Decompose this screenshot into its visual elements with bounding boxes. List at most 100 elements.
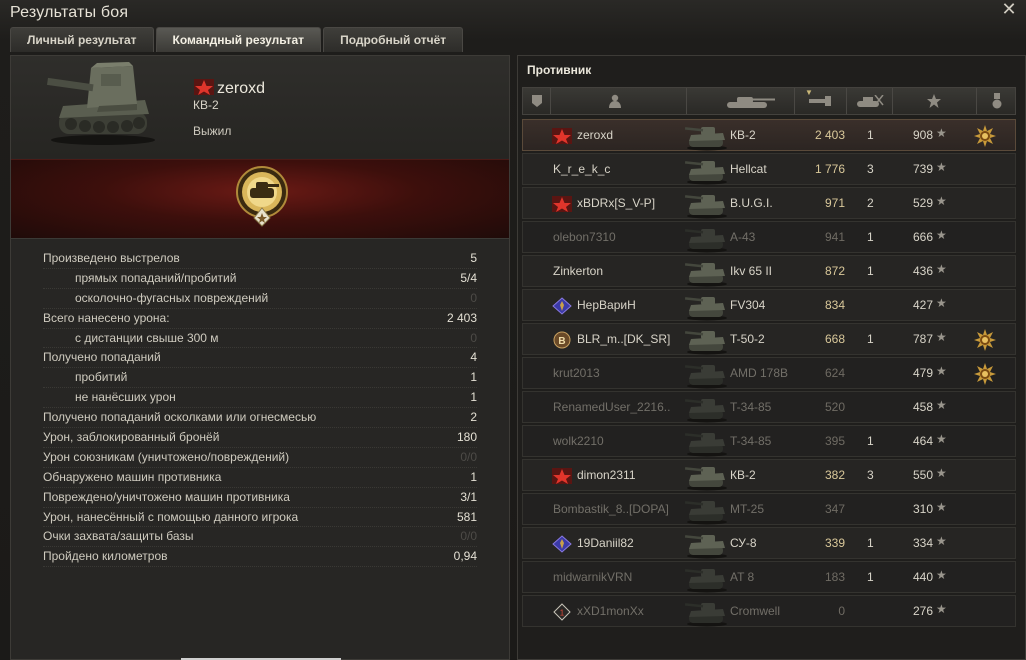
player-name: Bombastik_8..[DOPA] — [553, 502, 669, 516]
player-header: zeroxd КВ-2 Выжил — [11, 56, 509, 158]
header-vehicle[interactable] — [687, 88, 795, 114]
xp-star-icon: ★ — [936, 398, 947, 412]
kills-value: 1 — [867, 536, 874, 550]
header-medal[interactable] — [977, 88, 1017, 114]
stat-label: Обнаружено машин противника — [43, 469, 222, 484]
vehicle-name: Ikv 65 II — [730, 264, 773, 278]
stat-value: 3/1 — [460, 489, 477, 504]
xp-star-icon — [927, 94, 941, 108]
xp-star-icon: ★ — [936, 500, 947, 514]
stat-row: Всего нанесено урона: 2 403 — [43, 309, 477, 329]
player-row[interactable]: Zinkerton Ikv 65 II 872 1 436 ★ — [522, 255, 1016, 287]
player-row[interactable]: Bombastik_8..[DOPA] MT-25 347 310 ★ — [522, 493, 1016, 525]
player-row[interactable]: zeroxd КВ-2 2 403 1 908 ★ — [522, 119, 1016, 151]
stat-row: Очки захвата/защиты базы 0/0 — [43, 527, 477, 548]
stat-label: Всего нанесено урона: — [43, 310, 170, 325]
kills-value: 1 — [867, 434, 874, 448]
xp-star-icon: ★ — [936, 262, 947, 276]
damage-value: 347 — [824, 502, 845, 516]
tab-team-result[interactable]: Командный результат — [155, 27, 322, 52]
tank-icon — [727, 97, 775, 108]
player-name: xXD1monXx — [577, 604, 644, 618]
player-name: BLR_m..[DK_SR] — [577, 332, 671, 346]
stat-value: 1 — [470, 370, 477, 385]
xp-star-icon: ★ — [936, 432, 947, 446]
player-row[interactable]: 19Daniil82 СУ-8 339 1 334 ★ — [522, 527, 1016, 559]
kills-icon — [857, 95, 884, 107]
tab-personal-result[interactable]: Личный результат — [10, 27, 154, 52]
vehicle-tank-icon — [683, 155, 729, 185]
stat-label: Произведено выстрелов — [43, 251, 180, 265]
stat-row: Урон, заблокированный бронёй 180 — [43, 428, 477, 448]
achievement-medal-icon — [973, 328, 997, 352]
svg-text:B: B — [558, 336, 565, 347]
player-row[interactable]: xBDRx[S_V-P] B.U.G.I. 971 2 529 ★ — [522, 187, 1016, 219]
header-squad[interactable] — [523, 88, 551, 114]
vehicle-tank-icon — [683, 189, 729, 219]
damage-value: 941 — [824, 230, 845, 244]
player-name: Zinkerton — [553, 264, 604, 278]
red-star-badge-icon — [194, 79, 214, 95]
player-row[interactable]: dimon2311 КВ-2 382 3 550 ★ — [522, 459, 1016, 491]
header-damage[interactable] — [795, 88, 847, 114]
xp-value: 436 — [912, 264, 933, 278]
stat-value: 0 — [470, 330, 477, 345]
stat-value: 581 — [456, 509, 477, 524]
player-row[interactable]: НерВариН FV304 834 427 ★ — [522, 289, 1016, 321]
xp-star-icon: ★ — [936, 160, 947, 174]
damage-value: 520 — [824, 400, 845, 414]
player-row[interactable]: RenamedUser_2216.. T-34-85 520 458 ★ — [522, 391, 1016, 423]
red-star-badge-icon — [551, 127, 573, 145]
header-kills[interactable] — [847, 88, 893, 114]
vehicle-tank-icon — [683, 359, 729, 389]
stat-label: Пройдено километров — [43, 549, 168, 564]
damage-value: 872 — [824, 264, 845, 278]
player-rows: zeroxd КВ-2 2 403 1 908 ★ K_r_e_k_c Hellcat 1 77… — [522, 119, 1016, 629]
vehicle-name: T-34-85 — [730, 400, 772, 414]
vehicle-tank-icon — [683, 427, 729, 457]
player-name: midwarnikVRN — [553, 570, 633, 584]
player-row[interactable]: olebon7310 A-43 941 1 666 ★ — [522, 221, 1016, 253]
xp-value: 739 — [912, 162, 933, 176]
header-xp[interactable] — [893, 88, 977, 114]
player-status: Выжил — [193, 124, 232, 138]
diamond-badge-icon — [551, 535, 573, 553]
vehicle-name: Cromwell — [730, 604, 781, 618]
medal-icon — [992, 93, 1002, 109]
stat-row: Произведено выстрелов 5 — [43, 249, 477, 269]
player-row[interactable]: K_r_e_k_c Hellcat 1 776 3 739 ★ — [522, 153, 1016, 185]
player-row[interactable]: krut2013 AMD 178B 624 479 ★ — [522, 357, 1016, 389]
battle-results-window: Результаты боя ✕ Личный результат Команд… — [0, 0, 1026, 660]
player-name: RenamedUser_2216.. — [553, 400, 671, 414]
player-row[interactable]: 1 xXD1monXx Cromwell 0 276 ★ — [522, 595, 1016, 627]
rhombus-1-badge-icon: 1 — [551, 603, 573, 621]
header-player[interactable] — [551, 88, 687, 114]
player-row[interactable]: B BLR_m..[DK_SR] T-50-2 668 1 787 ★ — [522, 323, 1016, 355]
xp-star-icon: ★ — [936, 296, 947, 310]
xp-star-icon: ★ — [936, 364, 947, 378]
player-row[interactable]: wolk2210 T-34-85 395 1 464 ★ — [522, 425, 1016, 457]
vehicle-name: AMD 178B — [730, 366, 789, 380]
damage-value: 395 — [824, 434, 845, 448]
stat-label: Очки захвата/защиты базы — [43, 529, 194, 544]
stat-value: 5 — [470, 251, 477, 265]
xp-star-icon: ★ — [936, 534, 947, 548]
player-name: 19Daniil82 — [577, 536, 634, 550]
stat-label: Урон, заблокированный бронёй — [43, 430, 220, 445]
stat-value: 5/4 — [460, 270, 477, 285]
close-icon[interactable]: ✕ — [1000, 0, 1018, 18]
stat-row: прямых попаданий/пробитий 5/4 — [43, 269, 477, 289]
player-row[interactable]: midwarnikVRN AT 8 183 1 440 ★ — [522, 561, 1016, 593]
vehicle-name: КВ-2 — [730, 468, 756, 482]
player-name: K_r_e_k_c — [553, 162, 611, 176]
stat-row: с дистанции свыше 300 м 0 — [43, 329, 477, 349]
achievement-medal-icon — [973, 362, 997, 386]
player-name: olebon7310 — [553, 230, 616, 244]
stat-value: 2 — [470, 410, 477, 425]
vehicle-tank-icon — [683, 495, 729, 525]
vehicle-tank-icon — [683, 393, 729, 423]
stat-row: Обнаружено машин противника 1 — [43, 468, 477, 488]
xp-value: 458 — [912, 400, 933, 414]
achievement-medal-icon — [973, 124, 997, 148]
tab-detailed-report[interactable]: Подробный отчёт — [323, 27, 464, 52]
